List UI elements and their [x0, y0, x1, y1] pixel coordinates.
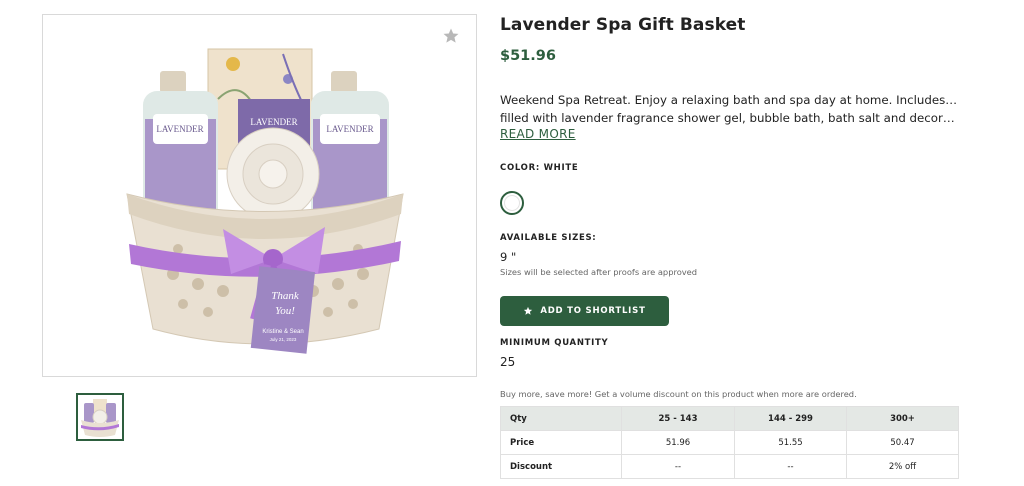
table-row: Price 51.96 51.55 50.47 — [500, 430, 959, 455]
product-description: Weekend Spa Retreat. Enjoy a relaxing ba… — [500, 92, 958, 127]
sizes-label: AVAILABLE SIZES: — [500, 233, 597, 243]
read-more-link[interactable]: READ MORE — [500, 127, 576, 141]
minimum-quantity-value: 25 — [500, 355, 516, 369]
header-cell: 25 - 143 — [621, 406, 735, 431]
table-cell: -- — [621, 454, 735, 479]
svg-text:You!: You! — [275, 305, 295, 317]
color-swatch-white[interactable] — [500, 191, 524, 215]
product-price: $51.96 — [500, 48, 556, 64]
volume-discount-note: Buy more, save more! Get a volume discou… — [500, 389, 857, 399]
table-cell: 51.55 — [734, 430, 847, 455]
table-cell: 51.96 — [621, 430, 735, 455]
minimum-quantity-label: MINIMUM QUANTITY — [500, 338, 609, 348]
table-cell: -- — [734, 454, 847, 479]
product-thumbnail[interactable] — [76, 393, 124, 441]
swatch-fill — [504, 195, 520, 211]
table-cell: 2% off — [846, 454, 959, 479]
table-cell: 50.47 — [846, 430, 959, 455]
svg-text:Thank: Thank — [271, 290, 300, 302]
shortlist-button-label: ADD TO SHORTLIST — [540, 306, 646, 316]
size-value: 9 " — [500, 250, 517, 264]
thumbnail-image — [81, 399, 119, 437]
description-line: Weekend Spa Retreat. Enjoy a relaxing ba… — [500, 93, 958, 107]
color-label: COLOR: WHITE — [500, 163, 579, 173]
svg-text:LAVENDER: LAVENDER — [156, 124, 203, 134]
product-image: LAVENDER LAVENDER LAVENDER Thank You! Kr… — [126, 48, 404, 354]
size-note: Sizes will be selected after proofs are … — [500, 267, 698, 277]
svg-text:July 21, 2023: July 21, 2023 — [270, 337, 297, 342]
favorite-star-icon[interactable] — [442, 27, 460, 45]
header-cell: Qty — [500, 406, 622, 431]
add-to-shortlist-button[interactable]: ADD TO SHORTLIST — [500, 296, 669, 326]
product-image-frame: LAVENDER LAVENDER LAVENDER Thank You! Kr… — [42, 14, 477, 377]
table-row: Discount -- -- 2% off — [500, 454, 959, 479]
row-label: Price — [500, 430, 622, 455]
pricing-table: Qty 25 - 143 144 - 299 300+ Price 51.96 … — [500, 406, 959, 479]
row-label: Discount — [500, 454, 622, 479]
product-title: Lavender Spa Gift Basket — [500, 15, 746, 35]
star-icon — [524, 306, 533, 315]
svg-text:LAVENDER: LAVENDER — [326, 124, 373, 134]
description-line: filled with lavender fragrance shower ge… — [500, 110, 958, 125]
svg-text:Kristine & Sean: Kristine & Sean — [262, 329, 303, 335]
svg-text:LAVENDER: LAVENDER — [250, 117, 297, 127]
header-cell: 300+ — [846, 406, 959, 431]
pricing-header-row: Qty 25 - 143 144 - 299 300+ — [500, 406, 959, 431]
header-cell: 144 - 299 — [734, 406, 847, 431]
